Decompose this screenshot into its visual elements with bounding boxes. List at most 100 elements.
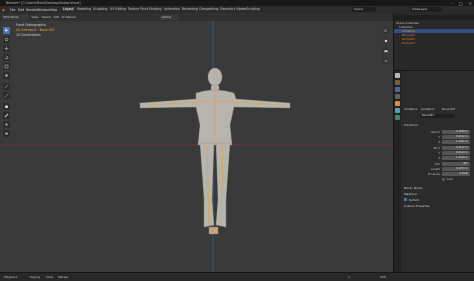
outliner-search[interactable]: [394, 15, 474, 20]
tail-x-label: Tail X: [433, 147, 440, 150]
length-field[interactable]: 0.2933 m: [442, 167, 470, 171]
head-y-field[interactable]: 0.0142 m: [442, 135, 470, 139]
menu-armature[interactable]: Armature: [60, 15, 77, 20]
tab-modeling[interactable]: Modeling: [76, 7, 92, 11]
head-z-field[interactable]: 1.3431 m: [442, 140, 470, 144]
breadcrumb-bone: Bone.007: [442, 107, 456, 111]
tab-compositing[interactable]: Compositing: [198, 7, 219, 11]
menu-window[interactable]: Window: [37, 8, 50, 12]
annotate-tool[interactable]: [3, 83, 10, 90]
data-tab-icon[interactable]: [395, 108, 400, 113]
menu-view[interactable]: View: [30, 15, 40, 20]
rotate-icon: [4, 55, 9, 60]
tab-layout[interactable]: Layout: [62, 7, 75, 11]
zoom-icon[interactable]: [383, 28, 389, 34]
head-x-field[interactable]: -0.1209 m: [442, 130, 470, 134]
grid-icon[interactable]: [383, 58, 389, 64]
menu-help[interactable]: Help: [50, 8, 57, 12]
bone-tab-icon[interactable]: [395, 115, 400, 120]
foot-block: [208, 226, 219, 235]
playback-menu[interactable]: Playback: [4, 275, 17, 279]
ruler-icon: [4, 93, 9, 98]
menu-bar: ◉ File Edit Render Window Help Layout Mo…: [0, 6, 474, 13]
crosshair-icon: [4, 37, 9, 42]
menu-render[interactable]: Render: [26, 8, 37, 12]
deform-checkbox[interactable]: [404, 198, 407, 201]
scale-tool[interactable]: [3, 63, 10, 70]
tab-sculpting[interactable]: Sculpting: [92, 7, 108, 11]
tool-shelf: [3, 27, 10, 139]
marker-menu[interactable]: Marker: [58, 275, 68, 279]
camera-icon[interactable]: [383, 48, 389, 54]
tab-scripting[interactable]: Scripting: [245, 7, 261, 11]
bone-envelope-tool[interactable]: [3, 130, 10, 137]
lock-checkbox[interactable]: [442, 178, 445, 181]
tab-texture-paint[interactable]: Texture Paint: [127, 7, 149, 11]
viewport-header: Edit Mode View Select Add Armature Globa…: [0, 13, 393, 21]
output-tab-icon[interactable]: [395, 87, 400, 92]
tail-y-field[interactable]: 0.0114 m: [442, 151, 470, 155]
bone-size-tool[interactable]: [3, 112, 10, 119]
tab-rendering[interactable]: Rendering: [181, 7, 199, 11]
context-label: (0) Armature : Bone.007: [16, 28, 55, 32]
menu-select[interactable]: Select: [40, 15, 52, 20]
outliner-row[interactable]: Body.003: [394, 41, 474, 45]
tail-x-field[interactable]: -0.4122 m: [442, 146, 470, 150]
tab-uv-editing[interactable]: UV Editing: [109, 7, 127, 11]
extrude-icon: [5, 105, 8, 108]
view-layer-selector[interactable]: ViewLayer: [410, 7, 442, 12]
rotate-tool[interactable]: [3, 54, 10, 61]
properties-tabs: [394, 71, 401, 273]
envelope-label: Envelope: [428, 173, 440, 176]
properties-panel: Armature Armature Bone.007 Bone.007 Tran…: [393, 70, 474, 273]
pan-hand-icon[interactable]: [383, 38, 389, 44]
scene-tab-icon[interactable]: [395, 94, 400, 99]
window-title: Blender* [C:\Users\Pixel\Desktop\Avatar.…: [6, 1, 81, 5]
roll-field[interactable]: -90°: [442, 162, 470, 166]
bendy-bones-header[interactable]: Bendy Bones: [404, 186, 422, 190]
roll-tool[interactable]: [3, 121, 10, 128]
envelope-field[interactable]: 0.1000: [442, 172, 470, 176]
view-label: Front Orthographic: [16, 23, 47, 27]
scale-icon: [4, 64, 9, 69]
menu-file[interactable]: File: [10, 8, 15, 12]
move-tool[interactable]: [3, 45, 10, 52]
tab-geometry-nodes[interactable]: Geometry Nodes: [219, 7, 247, 11]
transform-header[interactable]: Transform: [404, 123, 418, 127]
lock-label: Lock: [447, 178, 453, 181]
extrude-tool[interactable]: [3, 103, 10, 110]
viewport-canvas[interactable]: [0, 13, 393, 272]
tail-z-field[interactable]: 1.3529 m: [442, 156, 470, 160]
navigation-gizmos: [383, 28, 391, 68]
frame-end[interactable]: 250: [380, 275, 386, 279]
bone-icon: [4, 113, 9, 118]
relations-header[interactable]: Relations: [404, 192, 417, 196]
scene-selector[interactable]: Scene: [352, 7, 376, 12]
close-icon[interactable]: ×: [469, 1, 472, 6]
render-tab-icon[interactable]: [395, 80, 400, 85]
deform-header[interactable]: Deform: [409, 198, 419, 202]
cursor-tool[interactable]: [3, 36, 10, 43]
tab-shading[interactable]: Shading: [148, 7, 163, 11]
transform-tool[interactable]: [3, 72, 10, 79]
head-y-label: Y: [438, 136, 440, 139]
head-z-label: Z: [438, 141, 440, 144]
frame-start[interactable]: 1: [348, 275, 350, 279]
minimize-icon[interactable]: –: [451, 1, 453, 6]
bone-name-field[interactable]: Bone.007: [420, 114, 454, 118]
roll-label: Roll: [435, 163, 440, 166]
select-box-tool[interactable]: [3, 27, 10, 34]
transform-orientation[interactable]: Global: [160, 14, 179, 20]
tool-tab-icon[interactable]: [395, 73, 400, 78]
measure-tool[interactable]: [3, 92, 10, 99]
keying-menu[interactable]: Keying: [30, 275, 40, 279]
blender-logo-icon[interactable]: ◉: [2, 8, 5, 12]
mode-selector[interactable]: Edit Mode: [2, 14, 29, 20]
tab-animation[interactable]: Animation: [163, 7, 181, 11]
menu-edit[interactable]: Edit: [18, 8, 24, 12]
custom-properties-header[interactable]: Custom Properties: [404, 204, 430, 208]
object-tab-icon[interactable]: [395, 101, 400, 106]
maximize-icon[interactable]: □: [459, 1, 463, 6]
view-menu[interactable]: View: [46, 275, 53, 279]
3d-viewport[interactable]: [0, 13, 393, 272]
